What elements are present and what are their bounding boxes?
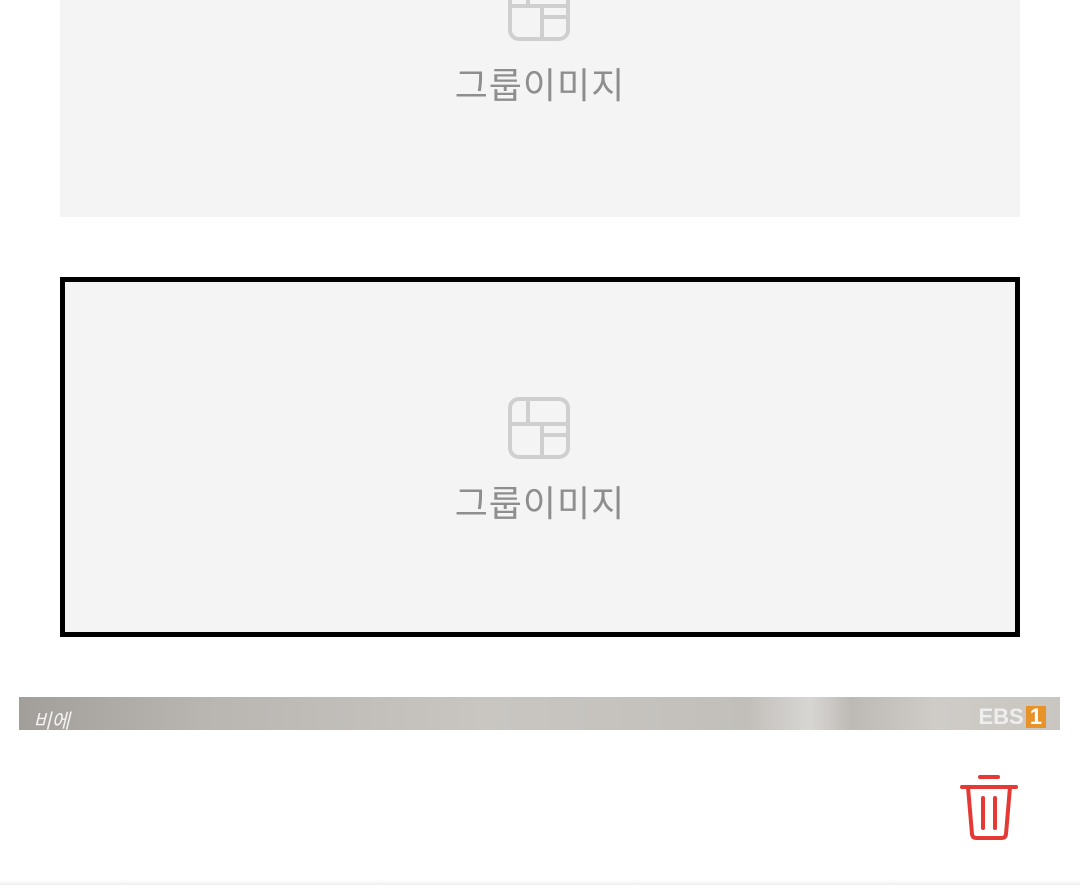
- screen: 그룹이미지 그룹이미지 비에 EBS 1: [0, 0, 1080, 885]
- group-image-card[interactable]: 그룹이미지: [60, 0, 1020, 217]
- delete-button[interactable]: [958, 772, 1020, 842]
- group-image-icon: [508, 397, 570, 459]
- group-image-label: 그룹이미지: [454, 484, 626, 525]
- group-image-card-selected[interactable]: 그룹이미지: [60, 277, 1020, 637]
- group-image-placeholder: 그룹이미지: [60, 0, 1020, 109]
- bottom-divider: [0, 880, 1080, 885]
- thumbnail-caption: 비에: [33, 709, 70, 730]
- group-image-label: 그룹이미지: [454, 66, 626, 107]
- video-thumbnail[interactable]: 비에 EBS 1: [19, 697, 1060, 730]
- ebs-logo-text: EBS: [978, 704, 1024, 729]
- ebs-logo: EBS 1: [978, 704, 1046, 730]
- trash-icon: [960, 775, 1018, 840]
- ebs-logo-number: 1: [1025, 706, 1046, 728]
- group-image-placeholder: 그룹이미지: [65, 395, 1015, 527]
- group-image-icon: [508, 0, 570, 41]
